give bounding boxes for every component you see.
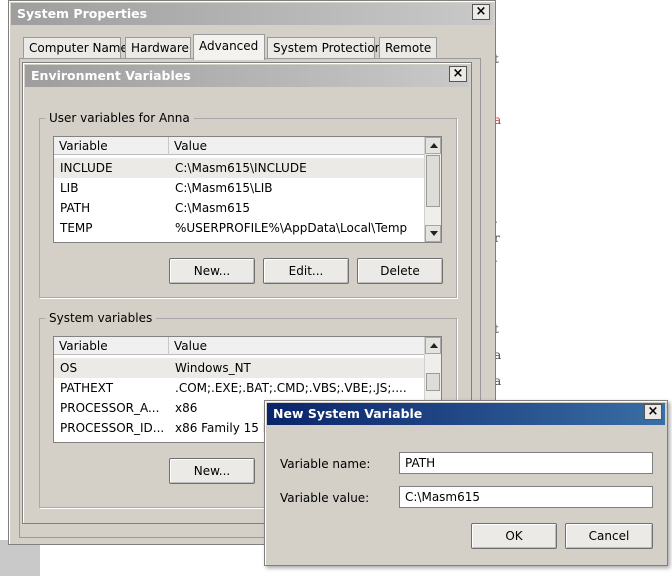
system-new-button[interactable]: New...: [169, 458, 255, 484]
arrow-up-icon: [430, 343, 438, 348]
column-header-variable[interactable]: Variable: [54, 137, 169, 155]
column-header-variable[interactable]: Variable: [54, 337, 169, 355]
user-edit-button[interactable]: Edit...: [263, 258, 349, 284]
list-header: Variable Value: [54, 137, 426, 155]
table-row[interactable]: OS Windows_NT: [54, 358, 424, 378]
value-cell: C:\Masm615: [175, 201, 251, 215]
variable-name-label: Variable name:: [280, 457, 371, 471]
tab-hardware[interactable]: Hardware: [125, 37, 191, 59]
tab-remote[interactable]: Remote: [379, 37, 437, 59]
close-button[interactable]: ×: [472, 4, 490, 20]
variable-value-input[interactable]: C:\Masm615: [399, 486, 653, 508]
variable-value-label: Variable value:: [280, 491, 370, 505]
scroll-down-button[interactable]: [425, 225, 441, 242]
close-button[interactable]: ×: [644, 404, 662, 420]
tab-advanced[interactable]: Advanced: [193, 34, 265, 60]
variable-cell: OS: [60, 361, 78, 375]
close-button[interactable]: ×: [449, 66, 467, 82]
table-row[interactable]: PATHEXT .COM;.EXE;.BAT;.CMD;.VBS;.VBE;.J…: [54, 378, 424, 398]
column-header-value[interactable]: Value: [169, 137, 426, 155]
variable-cell: INCLUDE: [60, 161, 113, 175]
vertical-scrollbar[interactable]: [424, 137, 441, 242]
window-title: New System Variable: [273, 406, 423, 421]
new-system-variable-dialog: New System Variable × Variable name: PAT…: [264, 400, 668, 566]
variable-cell: PROCESSOR_A...: [60, 401, 160, 415]
user-delete-button[interactable]: Delete: [357, 258, 443, 284]
window-title: System Properties: [17, 6, 148, 21]
table-row[interactable]: TEMP %USERPROFILE%\AppData\Local\Temp: [54, 218, 424, 238]
variable-cell: PATH: [60, 201, 91, 215]
table-row[interactable]: PATH C:\Masm615: [54, 198, 424, 218]
taskbar-fragment: [0, 540, 40, 576]
user-variables-list[interactable]: Variable Value INCLUDE C:\Masm615\INCLUD…: [53, 136, 442, 243]
value-cell: C:\Masm615\LIB: [175, 181, 273, 195]
scroll-thumb[interactable]: [426, 373, 440, 391]
window-title: Environment Variables: [31, 68, 191, 83]
table-row[interactable]: LIB C:\Masm615\LIB: [54, 178, 424, 198]
tab-computer-name[interactable]: Computer Name: [23, 37, 128, 59]
user-variables-label: User variables for Anna: [45, 111, 194, 125]
scroll-up-button[interactable]: [425, 137, 441, 154]
arrow-up-icon: [430, 143, 438, 148]
value-cell: Windows_NT: [175, 361, 251, 375]
system-properties-titlebar[interactable]: System Properties: [11, 3, 493, 25]
value-cell: %USERPROFILE%\AppData\Local\Temp: [175, 221, 408, 235]
scroll-up-button[interactable]: [425, 337, 441, 354]
variable-name-input[interactable]: PATH: [399, 452, 653, 474]
arrow-down-icon: [430, 231, 438, 236]
scroll-thumb[interactable]: [426, 155, 440, 207]
tab-system-protection[interactable]: System Protection: [267, 37, 382, 59]
value-cell: .COM;.EXE;.BAT;.CMD;.VBS;.VBE;.JS;....: [175, 381, 407, 395]
column-header-value[interactable]: Value: [169, 337, 426, 355]
variable-cell: TEMP: [60, 221, 93, 235]
variable-cell: PROCESSOR_ID...: [60, 421, 165, 435]
variable-cell: PATHEXT: [60, 381, 114, 395]
variable-cell: LIB: [60, 181, 79, 195]
value-cell: C:\Masm615\INCLUDE: [175, 161, 307, 175]
cancel-button[interactable]: Cancel: [565, 523, 653, 549]
list-header: Variable Value: [54, 337, 426, 355]
system-variables-label: System variables: [45, 311, 157, 325]
new-system-variable-titlebar[interactable]: New System Variable: [267, 403, 665, 425]
user-new-button[interactable]: New...: [169, 258, 255, 284]
environment-variables-titlebar[interactable]: Environment Variables: [25, 65, 469, 87]
table-row[interactable]: INCLUDE C:\Masm615\INCLUDE: [54, 158, 424, 178]
ok-button[interactable]: OK: [471, 523, 557, 549]
